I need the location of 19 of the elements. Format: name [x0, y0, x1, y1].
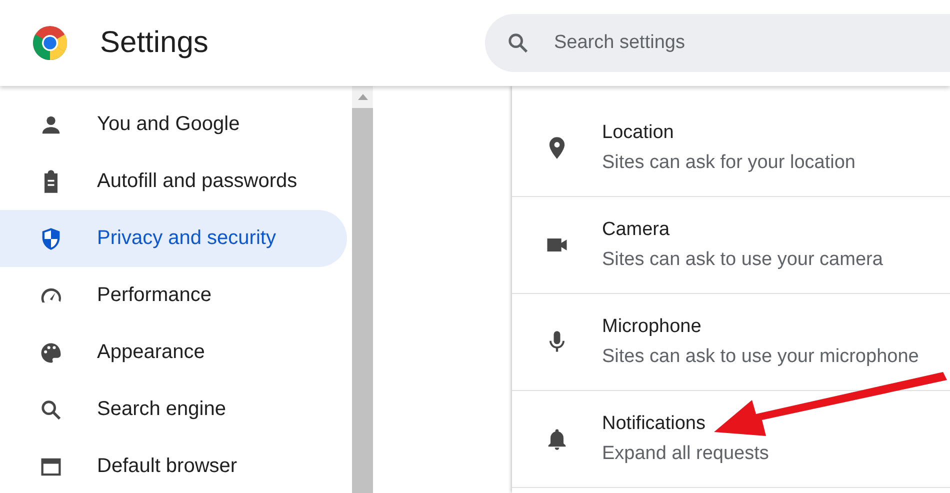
page-title: Settings — [100, 26, 210, 60]
permission-title[interactable]: Camera — [602, 219, 883, 241]
scrollbar[interactable] — [352, 86, 373, 493]
sidebar-item[interactable]: Privacy and security — [0, 210, 347, 267]
sidebar-item[interactable]: You and Google — [0, 96, 347, 153]
browser-logo — [32, 25, 68, 61]
permission-title[interactable]: Location — [602, 122, 856, 144]
permission-description: Sites can ask to use your microphone — [602, 346, 919, 368]
sidebar-item[interactable]: Default browser — [0, 438, 347, 493]
permission-description: Sites can ask to use your camera — [602, 249, 883, 271]
sidebar-item[interactable]: Performance — [0, 267, 347, 324]
permission-description: Expand all requests — [602, 443, 769, 465]
sidebar-item[interactable]: Search engine — [0, 381, 347, 438]
sidebar-item[interactable]: Autofill and passwords — [0, 153, 347, 210]
permission-title[interactable]: Microphone — [602, 316, 919, 338]
search-field[interactable]: Search settings — [485, 14, 950, 72]
permission-title[interactable]: Notifications — [602, 413, 769, 435]
permission-description: Sites can ask for your location — [602, 152, 856, 174]
sidebar-item[interactable]: Appearance — [0, 324, 347, 381]
